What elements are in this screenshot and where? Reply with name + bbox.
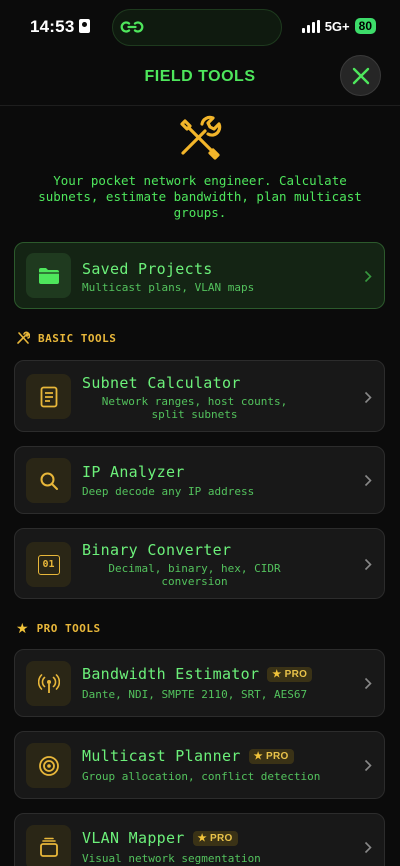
card-title: Binary Converter	[82, 541, 232, 559]
status-time: 14:53	[30, 17, 91, 37]
document-icon	[26, 374, 71, 419]
card-desc: Visual network segmentation	[82, 852, 261, 865]
dynamic-island[interactable]	[112, 9, 282, 46]
card-title: Bandwidth Estimator ★ PRO	[82, 665, 313, 683]
nav-header: FIELD TOOLS	[0, 55, 400, 106]
tool-card-bandwidth-estimator[interactable]: Bandwidth Estimator ★ PRO Dante, NDI, SMP…	[14, 649, 385, 717]
chevron-right-icon	[364, 677, 372, 690]
tool-card-binary-converter[interactable]: 01 Binary Converter Decimal, binary, hex…	[14, 528, 385, 599]
card-title-text: Bandwidth Estimator	[82, 665, 260, 683]
card-desc: Group allocation, conflict detection	[82, 770, 321, 783]
card-desc: Dante, NDI, SMPTE 2110, SRT, AES67	[82, 688, 308, 701]
link-icon	[120, 21, 144, 33]
tool-card-subnet-calculator[interactable]: Subnet Calculator Network ranges, host c…	[14, 360, 385, 432]
folder-icon	[26, 253, 71, 298]
card-title: VLAN Mapper ★ PRO	[82, 829, 238, 847]
battery-indicator: 80	[354, 18, 376, 34]
card-title: Saved Projects	[82, 260, 213, 278]
saved-projects-card[interactable]: Saved Projects Multicast plans, VLAN map…	[14, 242, 385, 309]
antenna-icon	[26, 661, 71, 706]
network-type: 5G+	[324, 18, 350, 34]
close-button[interactable]	[340, 55, 381, 96]
signal-icon	[301, 19, 320, 33]
card-title-text: VLAN Mapper	[82, 829, 185, 847]
section-header-basic: BASIC TOOLS	[16, 331, 116, 345]
binary-icon: 01	[26, 542, 71, 587]
pro-badge-label: PRO	[210, 833, 233, 844]
pro-badge: ★ PRO	[192, 831, 238, 846]
status-indicators: 5G+ 80	[301, 18, 376, 34]
section-header-pro: ★ PRO TOOLS	[16, 620, 101, 637]
star-icon: ★	[16, 620, 29, 636]
tool-card-multicast-planner[interactable]: Multicast Planner ★ PRO Group allocation,…	[14, 731, 385, 799]
card-desc: Deep decode any IP address	[82, 485, 255, 498]
card-title: IP Analyzer	[82, 463, 185, 481]
target-icon	[26, 743, 71, 788]
pro-badge: ★ PRO	[248, 749, 294, 764]
chevron-right-icon	[364, 474, 372, 487]
pro-badge: ★ PRO	[267, 667, 313, 682]
tools-small-icon	[17, 331, 30, 344]
card-title: Subnet Calculator	[82, 374, 241, 392]
status-bar: 14:53 5G+ 80	[0, 0, 400, 56]
chevron-right-icon	[364, 270, 372, 283]
person-badge-icon	[79, 19, 91, 33]
card-desc: Network ranges, host counts, split subne…	[101, 395, 288, 421]
card-desc: Decimal, binary, hex, CIDR conversion	[108, 562, 281, 588]
card-title: Multicast Planner ★ PRO	[82, 747, 294, 765]
tools-icon	[180, 115, 222, 160]
close-icon	[352, 67, 370, 85]
pro-badge-label: PRO	[265, 751, 289, 762]
layers-icon	[26, 825, 71, 866]
chevron-right-icon	[364, 841, 372, 854]
tool-card-vlan-mapper[interactable]: VLAN Mapper ★ PRO Visual network segmenta…	[14, 813, 385, 866]
card-desc: Multicast plans, VLAN maps	[82, 281, 255, 294]
tagline: Your pocket network engineer. Calculate …	[38, 173, 362, 220]
binary-icon-text: 01	[37, 554, 60, 575]
chevron-right-icon	[364, 759, 372, 772]
section-label: BASIC TOOLS	[38, 331, 117, 345]
magnifier-icon	[26, 458, 71, 503]
chevron-right-icon	[364, 558, 372, 571]
time-label: 14:53	[30, 17, 75, 36]
pro-badge-label: PRO	[284, 669, 308, 680]
card-title-text: Multicast Planner	[82, 747, 241, 765]
chevron-right-icon	[364, 391, 372, 404]
tool-card-ip-analyzer[interactable]: IP Analyzer Deep decode any IP address	[14, 446, 385, 514]
section-label: PRO TOOLS	[36, 622, 101, 635]
